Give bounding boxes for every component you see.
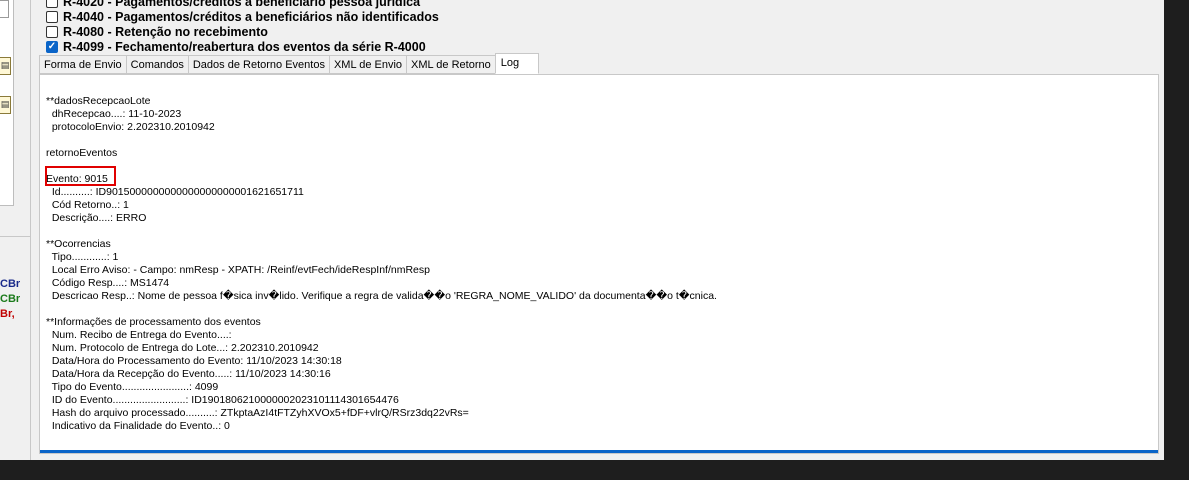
log-line: Data/Hora da Recepção do Evento.....: 11… — [46, 368, 331, 380]
checkbox-checked[interactable]: ✓ — [46, 40, 58, 53]
log-text: **dadosRecepcaoLote dhRecepcao....: 11-1… — [46, 95, 717, 433]
checkbox-label: R-4080 - Retenção no recebimento — [63, 24, 268, 39]
tab-bar: Forma de Envio Comandos Dados de Retorno E… — [39, 53, 540, 75]
log-line: dhRecepcao....: 11-10-2023 — [46, 108, 182, 120]
divider — [0, 236, 30, 237]
log-line: ID do Evento.........................: I… — [46, 394, 399, 406]
checkbox[interactable] — [46, 0, 58, 8]
log-line: Num. Protocolo de Entrega do Lote...: 2.… — [46, 342, 319, 354]
log-line: Data/Hora do Processamento do Evento: 11… — [46, 355, 342, 367]
log-line: Descricao Resp..: Nome de pessoa f�sica … — [46, 290, 717, 302]
log-line: Indicativo da Finalidade do Evento..: 0 — [46, 420, 230, 432]
app-window: ▤ ▤ CBr CBr Br, R-4020 - Pagamentos/crédit… — [0, 0, 1164, 460]
event-checklist: R-4020 - Pagamentos/créditos a beneficiá… — [46, 0, 439, 54]
log-panel: **dadosRecepcaoLote dhRecepcao....: 11-1… — [39, 74, 1159, 454]
checkbox-label: R-4020 - Pagamentos/créditos a beneficiá… — [63, 0, 421, 9]
checkbox-label: R-4099 - Fechamento/reabertura dos event… — [63, 39, 426, 54]
document-icon[interactable]: ▤ — [0, 57, 11, 75]
event-checkbox-row[interactable]: R-4040 - Pagamentos/créditos a beneficiá… — [46, 9, 439, 24]
left-status-label: CBr — [0, 293, 21, 305]
event-checkbox-row[interactable]: R-4020 - Pagamentos/créditos a beneficiá… — [46, 0, 439, 9]
left-panel: ▤ ▤ CBr CBr Br, — [0, 0, 31, 460]
tab-log[interactable]: Log — [494, 53, 540, 74]
log-line: Hash do arquivo processado..........: ZT… — [46, 407, 469, 419]
checkbox[interactable] — [46, 10, 58, 23]
left-scroll-button[interactable] — [0, 0, 9, 18]
log-line: Local Erro Aviso: - Campo: nmResp - XPAT… — [46, 264, 430, 276]
left-status-label: Br, — [0, 308, 15, 320]
tab-forma-de-envio[interactable]: Forma de Envio — [39, 55, 126, 74]
log-line: Código Resp....: MS1474 — [46, 277, 170, 289]
desktop-background — [1164, 0, 1189, 480]
event-checkbox-row[interactable]: ✓ R-4099 - Fechamento/reabertura dos even… — [46, 39, 439, 54]
log-line: Tipo do Evento.......................: 4… — [46, 381, 219, 393]
log-line: Tipo............: 1 — [46, 251, 119, 263]
log-line: Cód Retorno..: 1 — [46, 199, 129, 211]
tab-xml-de-envio[interactable]: XML de Envio — [328, 55, 407, 74]
log-line: **dadosRecepcaoLote — [46, 95, 151, 107]
log-line: Num. Recibo de Entrega do Evento....: — [46, 329, 232, 341]
log-line: **Informações de processamento dos event… — [46, 316, 261, 328]
checkbox-label: R-4040 - Pagamentos/créditos a beneficiá… — [63, 9, 439, 24]
panel-bottom-bar — [40, 450, 1158, 453]
checkbox[interactable] — [46, 25, 58, 38]
left-status-label: CBr — [0, 278, 21, 290]
tab-dados-de-retorno-eventos[interactable]: Dados de Retorno Eventos — [187, 55, 329, 74]
log-line: Evento: 9015 — [46, 173, 108, 185]
log-line: protocoloEnvio: 2.202310.2010942 — [46, 121, 215, 133]
evento-highlight-box — [45, 166, 116, 186]
tab-comandos[interactable]: Comandos — [125, 55, 188, 74]
document-icon[interactable]: ▤ — [0, 96, 11, 114]
log-line: retornoEventos — [46, 147, 118, 159]
event-checkbox-row[interactable]: R-4080 - Retenção no recebimento — [46, 24, 439, 39]
log-line: **Ocorrencias — [46, 238, 111, 250]
tab-xml-de-retorno[interactable]: XML de Retorno — [406, 55, 495, 74]
log-line: Descrição....: ERRO — [46, 212, 147, 224]
log-line: Id..........: ID901500000000000000000000… — [46, 186, 304, 198]
